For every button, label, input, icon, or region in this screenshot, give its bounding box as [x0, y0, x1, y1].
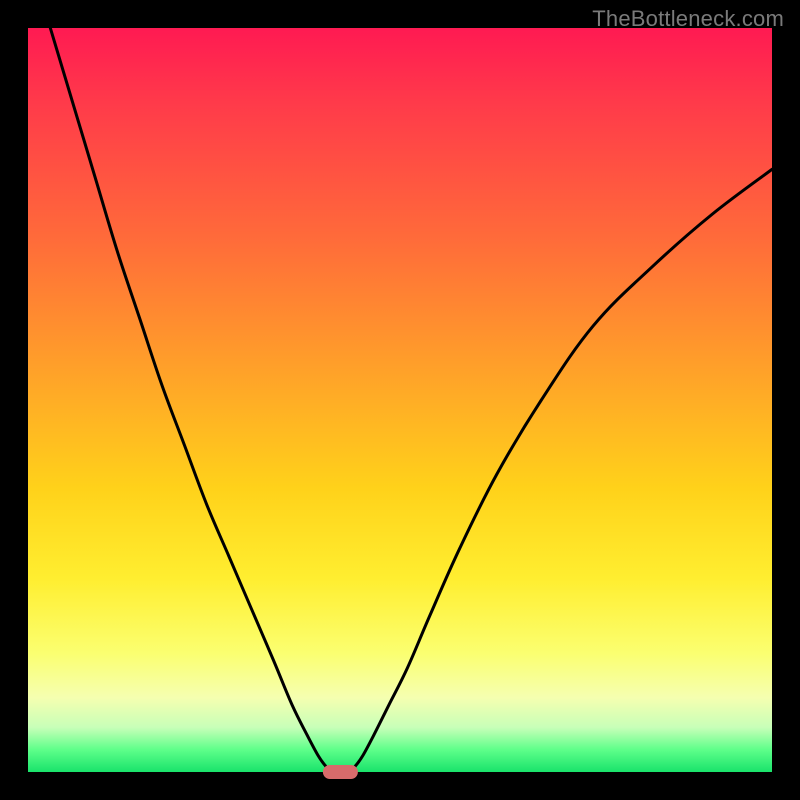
- bottleneck-curve: [28, 28, 772, 772]
- plot-area: [28, 28, 772, 772]
- curve-right-branch: [349, 169, 772, 772]
- outer-frame: TheBottleneck.com: [0, 0, 800, 800]
- optimal-marker: [323, 765, 357, 779]
- curve-left-branch: [50, 28, 331, 772]
